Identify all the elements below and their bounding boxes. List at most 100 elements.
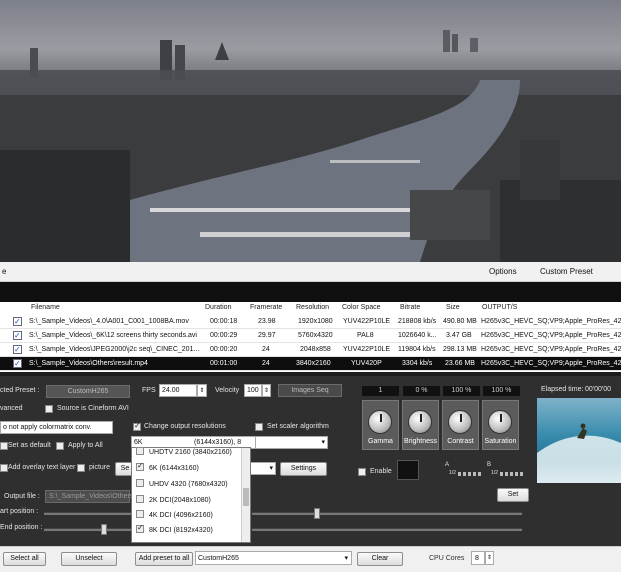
gamma-knob[interactable] bbox=[368, 410, 392, 434]
option-checkbox[interactable] bbox=[136, 523, 144, 533]
resolution-select-value: 6K bbox=[134, 439, 143, 446]
scrollbar-thumb[interactable] bbox=[243, 488, 249, 506]
option-label: UHDTV 2160 (3840x2160) bbox=[149, 448, 232, 456]
velocity-label: Velocity bbox=[215, 387, 240, 394]
table-row-selected[interactable]: S:\_Sample_Videos\Others\result.mp4 00:0… bbox=[0, 357, 621, 371]
clear-button[interactable]: Clear bbox=[357, 552, 403, 566]
set-button[interactable]: Set bbox=[497, 488, 529, 502]
preset-select-value: CustomH265 bbox=[198, 555, 239, 562]
col-header-duration[interactable]: Duration bbox=[205, 302, 231, 314]
cell-bitrate: 1026640 k... bbox=[398, 332, 437, 339]
dropdown-option[interactable]: 6K (6144x3160) bbox=[136, 461, 199, 472]
cell-framerate: 29.97 bbox=[258, 332, 276, 339]
option-checkbox[interactable] bbox=[136, 479, 144, 487]
cell-colorspace: YUV422P10LE bbox=[343, 318, 391, 325]
advanced-label: vanced bbox=[0, 405, 23, 412]
option-checkbox[interactable] bbox=[136, 447, 144, 455]
scaler-checkbox[interactable] bbox=[255, 423, 263, 431]
end-position-slider[interactable] bbox=[44, 528, 131, 531]
start-position-thumb[interactable] bbox=[314, 508, 320, 519]
overlay-select[interactable]: ▾ bbox=[250, 462, 276, 475]
col-header-output[interactable]: OUTPUT/S bbox=[482, 302, 517, 314]
dropdown-option[interactable]: UHDTV 2160 (3840x2160) bbox=[136, 447, 232, 456]
start-position-label: art position : bbox=[0, 508, 39, 515]
dropdown-option[interactable]: 8K DCI (8192x4320) bbox=[136, 523, 213, 534]
cell-duration: 00:01:00 bbox=[210, 360, 238, 367]
col-header-size[interactable]: Size bbox=[446, 302, 460, 314]
table-row[interactable]: S:\_Sample_Videos\JPEG2000\j2c seq\_CINE… bbox=[0, 343, 621, 357]
elapsed-value: 00'00'00 bbox=[585, 386, 612, 393]
apply-all-checkbox[interactable] bbox=[56, 442, 64, 450]
preset-select[interactable]: CustomH265 ▾ bbox=[195, 551, 352, 565]
end-position-thumb[interactable] bbox=[101, 524, 107, 535]
contrast-value: 100 % bbox=[443, 386, 480, 396]
set-default-checkbox[interactable] bbox=[0, 442, 8, 450]
dropdown-scrollbar[interactable] bbox=[241, 448, 250, 542]
cpu-cores-input[interactable]: 8 bbox=[471, 551, 485, 565]
overlay-checkbox[interactable] bbox=[0, 464, 8, 472]
enable-checkbox[interactable] bbox=[358, 468, 366, 476]
add-preset-to-all-button[interactable]: Add preset to all bbox=[135, 552, 193, 566]
scaler-select[interactable]: ▾ bbox=[255, 436, 328, 449]
col-header-bitrate[interactable]: Bitrate bbox=[400, 302, 420, 314]
option-label: UHDV 4320 (7680x4320) bbox=[149, 480, 228, 488]
resolution-dropdown[interactable]: UHDTV 2160 (3840x2160) 6K (6144x3160) UH… bbox=[131, 447, 251, 543]
cell-duration: 00:00:29 bbox=[210, 332, 238, 339]
velocity-input[interactable]: 100 bbox=[244, 384, 262, 397]
select-all-button[interactable]: Select all bbox=[3, 552, 46, 566]
unselect-button[interactable]: Unselect bbox=[61, 552, 117, 566]
row-checkbox[interactable] bbox=[13, 343, 22, 357]
cell-filename: S:\_Sample_Videos\Others\result.mp4 bbox=[29, 360, 148, 367]
velocity-spinner[interactable]: ⇕ bbox=[262, 384, 271, 397]
dropdown-option[interactable]: 2K DCI(2048x1080) bbox=[136, 495, 211, 504]
option-checkbox[interactable] bbox=[136, 495, 144, 503]
cell-bitrate: 119804 kb/s bbox=[398, 346, 436, 353]
option-checkbox[interactable] bbox=[136, 461, 144, 471]
end-position-slider-right[interactable] bbox=[252, 528, 522, 531]
menu-item-partial[interactable]: e bbox=[2, 267, 6, 276]
dropdown-option[interactable]: 4K DCI (4096x2160) bbox=[136, 510, 213, 519]
row-checkbox[interactable] bbox=[13, 329, 22, 343]
gamma-label: Gamma bbox=[368, 438, 393, 445]
col-header-resolution[interactable]: Resolution bbox=[296, 302, 329, 314]
fps-input[interactable]: 24.00 bbox=[159, 384, 197, 397]
fps-spinner[interactable]: ⇕ bbox=[197, 384, 207, 397]
brightness-value: 0 % bbox=[403, 386, 440, 396]
images-seq-button[interactable]: Images Seq bbox=[278, 384, 342, 397]
change-res-checkbox[interactable] bbox=[133, 421, 141, 431]
picture-checkbox[interactable] bbox=[77, 464, 85, 472]
saturation-label: Saturation bbox=[484, 438, 517, 445]
table-row[interactable]: S:\_Sample_Videos\_6K\12 screens thirty … bbox=[0, 329, 621, 343]
colormatrix-select[interactable]: o not apply colormatrix conv. bbox=[0, 421, 113, 434]
gamma-value: 1 bbox=[362, 386, 399, 396]
settings-button[interactable]: Settings bbox=[280, 462, 327, 476]
col-header-framerate[interactable]: Framerate bbox=[250, 302, 282, 314]
option-checkbox[interactable] bbox=[136, 510, 144, 518]
cell-size: 3.47 GB bbox=[446, 332, 472, 339]
dropdown-option[interactable]: UHDV 4320 (7680x4320) bbox=[136, 479, 228, 488]
col-header-filename[interactable]: Filename bbox=[31, 302, 60, 314]
cpu-cores-spinner[interactable]: ⇕ bbox=[485, 551, 494, 565]
start-position-slider-right[interactable] bbox=[252, 512, 522, 515]
table-row[interactable]: S:\_Sample_Videos\_4.0\A001_C001_1008BA.… bbox=[0, 315, 621, 329]
output-file-field[interactable]: S:\_Sample_Videos\Others\ bbox=[45, 490, 135, 503]
menu-item-custom-preset[interactable]: Custom Preset bbox=[540, 267, 593, 276]
cell-colorspace: YUV422P10LE bbox=[343, 346, 391, 353]
brightness-knob[interactable] bbox=[408, 410, 432, 434]
chevron-down-icon: ▾ bbox=[269, 465, 273, 472]
cell-duration: 00:00:18 bbox=[210, 318, 238, 325]
menu-item-options[interactable]: Options bbox=[489, 267, 517, 276]
apply-all-label: Apply to All bbox=[68, 442, 103, 449]
row-checkbox[interactable] bbox=[13, 315, 22, 329]
cineform-checkbox[interactable] bbox=[45, 405, 53, 413]
selected-preset-field[interactable]: CustomH265 bbox=[46, 385, 130, 398]
menu-bar: e Options Custom Preset bbox=[0, 262, 621, 282]
cell-resolution: 3840x2160 bbox=[296, 360, 331, 367]
option-label: 2K DCI(2048x1080) bbox=[149, 496, 211, 504]
contrast-knob[interactable] bbox=[448, 410, 472, 434]
saturation-knob[interactable] bbox=[488, 410, 512, 434]
row-checkbox[interactable] bbox=[13, 357, 22, 371]
start-position-slider[interactable] bbox=[44, 512, 131, 515]
col-header-colorspace[interactable]: Color Space bbox=[342, 302, 381, 314]
change-res-label: Change output resolutions bbox=[144, 423, 226, 430]
